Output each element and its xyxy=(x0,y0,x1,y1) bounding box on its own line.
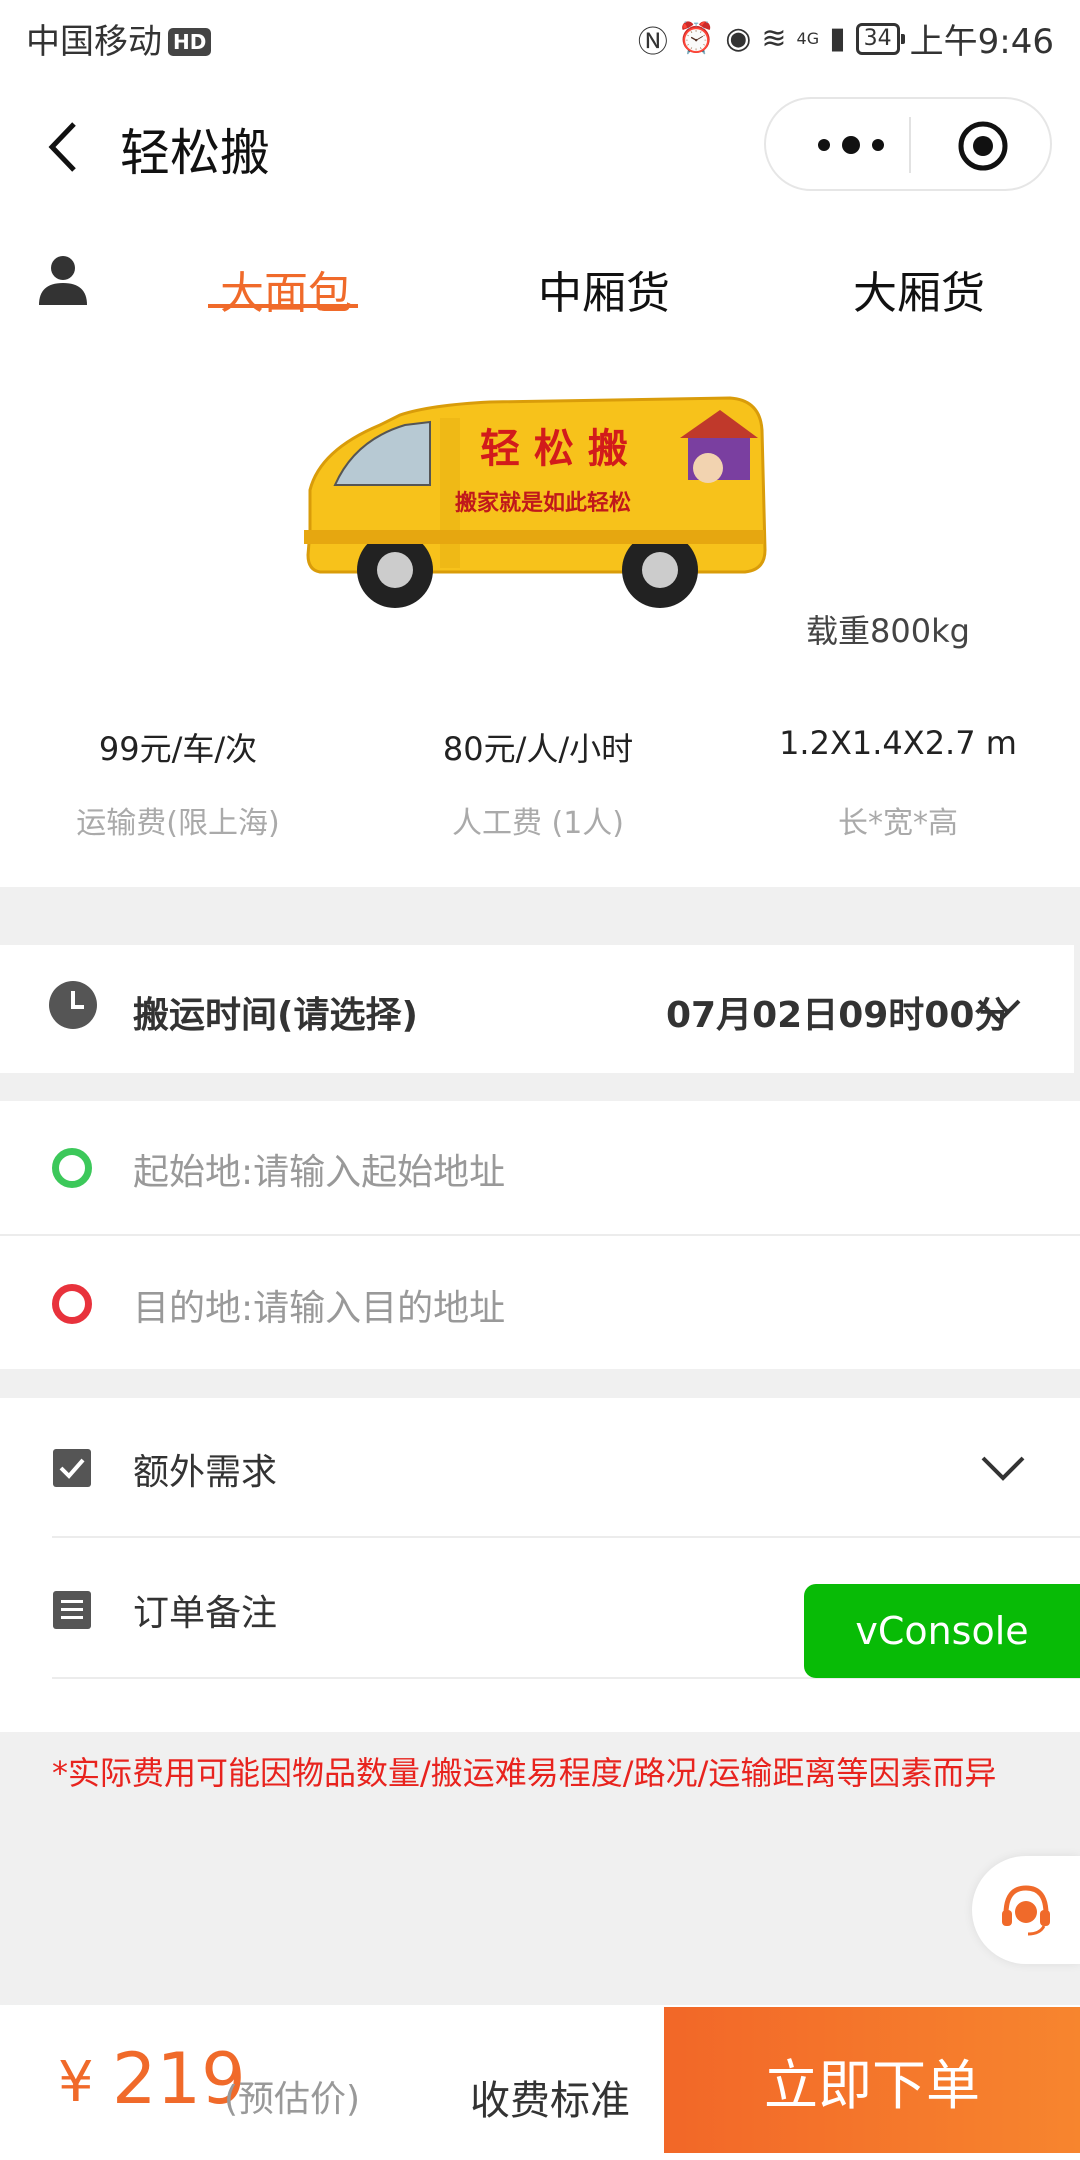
eye-icon: ◉ xyxy=(725,21,752,56)
order-note-label[interactable]: 订单备注 xyxy=(133,1584,277,1636)
destination-label: 目的地: xyxy=(133,1288,254,1329)
battery-icon: 34 xyxy=(855,22,905,55)
nfc-icon: Ⓝ xyxy=(637,24,668,60)
vconsole-button[interactable]: vConsole xyxy=(804,1584,1080,1678)
status-icons: Ⓝ ⏰ ◉ ≋ 4G ▮ 34 上午9:46 xyxy=(638,14,1054,63)
tab-active-underline xyxy=(208,304,358,308)
van-image: 轻 松 搬 搬家就是如此轻松 xyxy=(304,396,767,608)
user-icon[interactable] xyxy=(36,253,90,307)
wifi-icon: ≋ xyxy=(761,21,787,56)
van-text-main: 轻 松 搬 xyxy=(480,425,628,472)
van-text-sub: 搬家就是如此轻松 xyxy=(455,490,631,516)
extras-divider xyxy=(52,1536,1080,1538)
chevron-down-icon[interactable] xyxy=(976,996,1022,1026)
customer-service-button[interactable] xyxy=(972,1856,1080,1964)
address-divider xyxy=(0,1234,1080,1236)
origin-dot-icon xyxy=(52,1148,92,1188)
target-icon[interactable] xyxy=(956,119,1010,173)
signal-icon: ▮ xyxy=(829,21,846,56)
spec-transport-fee: 99元/车/次 xyxy=(98,730,258,768)
more-dots-icon[interactable] xyxy=(806,123,896,167)
tab-da-mianbao[interactable]: 大面包 xyxy=(220,257,352,321)
origin-placeholder: 请输入起始地址 xyxy=(253,1152,506,1193)
status-bar: 中国移动 HD Ⓝ ⏰ ◉ ≋ 4G ▮ 34 上午9:46 xyxy=(0,0,1080,75)
clock-time: 上午9:46 xyxy=(909,22,1054,62)
spec-dimensions: 1.2X1.4X2.7 m xyxy=(779,724,1017,762)
spec-dimensions-label: 长*宽*高 xyxy=(838,806,958,841)
capsule-menu xyxy=(764,97,1052,191)
disclaimer-text: *实际费用可能因物品数量/搬运难易程度/路况/运输距离等因素而异 xyxy=(52,1754,997,1792)
tab-zhong-xianghuo[interactable]: 中厢货 xyxy=(538,257,670,321)
checkbox-icon[interactable] xyxy=(52,1448,92,1488)
extra-requirements-label[interactable]: 额外需求 xyxy=(133,1443,277,1495)
spec-labor-fee-label: 人工费 (1人) xyxy=(451,806,625,841)
origin-field[interactable]: 起始地:请输入起始地址 xyxy=(133,1143,505,1195)
carrier-label: 中国移动 HD xyxy=(26,14,212,63)
tab-da-xianghuo[interactable]: 大厢货 xyxy=(853,257,985,321)
chevron-left-icon[interactable] xyxy=(40,112,90,182)
spec-labor-fee: 80元/人/小时 xyxy=(442,730,634,768)
clock-icon xyxy=(49,981,97,1029)
time-value[interactable]: 07月02日09时00分 xyxy=(666,986,1010,1038)
destination-dot-icon xyxy=(52,1284,92,1324)
headset-icon xyxy=(1002,1885,1050,1936)
capsule-divider xyxy=(909,117,911,173)
capacity-label: 载重800kg xyxy=(806,612,970,650)
price-note: (预估价) xyxy=(224,2079,361,2120)
note-icon xyxy=(53,1591,91,1629)
network-type: 4G xyxy=(796,29,820,48)
fee-standard-link[interactable]: 收费标准 xyxy=(470,2068,630,2126)
alarm-icon: ⏰ xyxy=(677,21,716,56)
place-order-button[interactable]: 立即下单 xyxy=(664,2007,1080,2153)
time-label: 搬运时间(请选择) xyxy=(133,995,418,1036)
currency-symbol: ¥ xyxy=(58,2050,94,2115)
spec-transport-fee-label: 运输费(限上海) xyxy=(76,806,280,841)
page-title: 轻松搬 xyxy=(120,124,270,182)
origin-label: 起始地: xyxy=(133,1152,254,1193)
destination-placeholder: 请输入目的地址 xyxy=(253,1288,506,1329)
destination-field[interactable]: 目的地:请输入目的地址 xyxy=(133,1279,505,1331)
hd-badge: HD xyxy=(168,28,212,56)
chevron-down-icon[interactable] xyxy=(980,1453,1026,1483)
